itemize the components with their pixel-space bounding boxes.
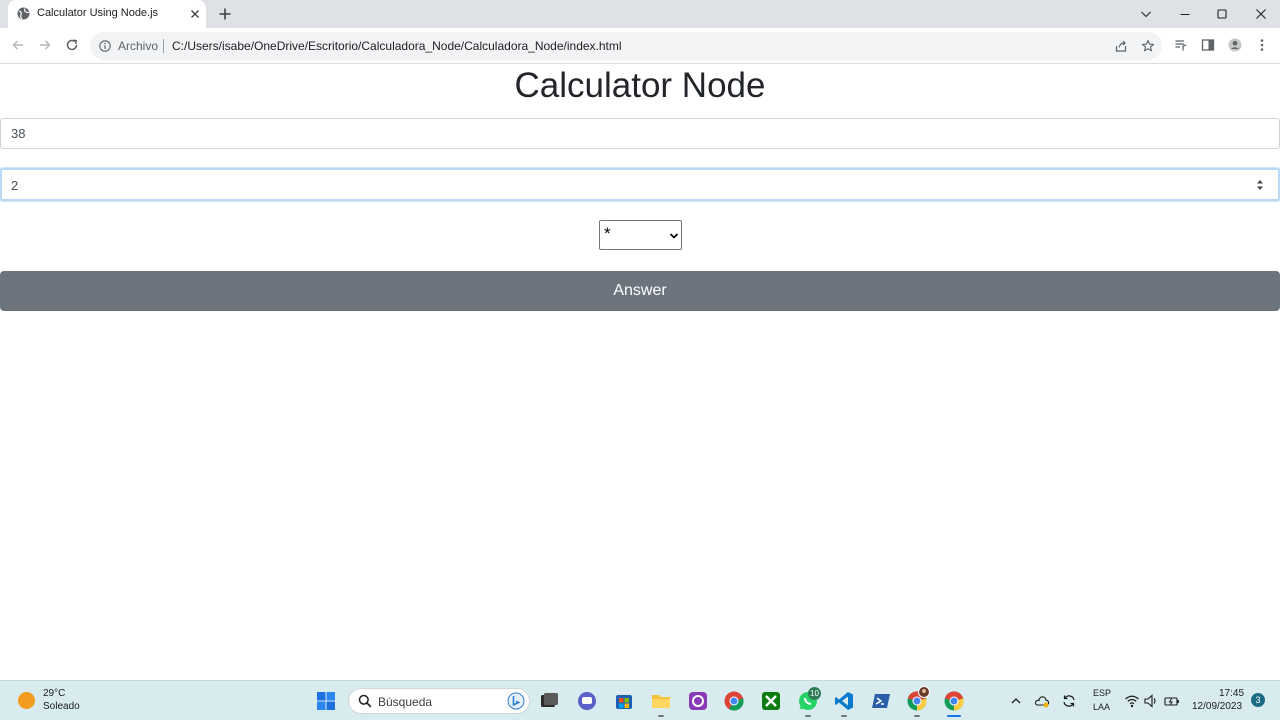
clock-date[interactable]: 12/09/2023	[1192, 701, 1242, 712]
close-window-icon[interactable]	[1253, 6, 1269, 22]
volume-icon[interactable]	[1143, 693, 1159, 709]
language-indicator[interactable]: ESP	[1093, 688, 1111, 698]
active-indicator	[947, 715, 961, 717]
menu-dots-icon[interactable]	[1255, 38, 1269, 52]
xbox-icon[interactable]	[760, 690, 782, 712]
bing-icon[interactable]	[507, 692, 525, 710]
whatsapp-badge: 10	[808, 687, 821, 700]
profile-avatar-icon[interactable]	[1228, 38, 1242, 52]
sun-weather-icon[interactable]	[18, 692, 35, 709]
bookmark-star-icon[interactable]	[1141, 39, 1155, 53]
vscode-icon[interactable]	[833, 690, 855, 712]
browser-toolbar: Archivo C:/Users/isabe/OneDrive/Escritor…	[0, 28, 1280, 64]
keyboard-layout-indicator[interactable]: LAA	[1093, 702, 1110, 712]
running-indicator	[841, 715, 847, 717]
windows-taskbar: 29°C Soleado Búsqueda 10 ESP LAA 17:45 1…	[0, 680, 1280, 720]
number2-input[interactable]: 2	[0, 168, 1280, 201]
page-title: Calculator Node	[514, 66, 766, 105]
address-scheme-label: Archivo	[118, 39, 159, 53]
address-url[interactable]: C:/Users/isabe/OneDrive/Escritorio/Calcu…	[172, 39, 622, 53]
operator-value: *	[604, 224, 611, 243]
back-arrow-icon[interactable]	[10, 37, 26, 53]
address-separator	[163, 39, 164, 53]
clock-time[interactable]: 17:45	[1219, 688, 1244, 699]
chevron-up-icon[interactable]	[1008, 693, 1024, 709]
wifi-icon[interactable]	[1124, 693, 1140, 709]
media-control-icon[interactable]	[1174, 38, 1188, 52]
tab-strip: Calculator Using Node.js	[0, 0, 1280, 28]
taskbar-search[interactable]: Búsqueda	[348, 688, 530, 714]
weather-condition[interactable]: Soleado	[43, 701, 80, 712]
address-bar[interactable]: Archivo C:/Users/isabe/OneDrive/Escritor…	[90, 32, 1162, 60]
globe-icon	[17, 7, 30, 20]
battery-icon[interactable]	[1164, 693, 1180, 709]
minimize-icon[interactable]	[1177, 6, 1193, 22]
profile-avatar-icon	[918, 686, 930, 698]
search-icon	[358, 694, 372, 708]
number1-input[interactable]: 38	[0, 118, 1280, 149]
reload-icon[interactable]	[64, 37, 80, 53]
number-spinner-icon[interactable]	[1256, 178, 1264, 192]
chevron-down-icon	[669, 233, 679, 239]
sync-icon[interactable]	[1061, 693, 1077, 709]
share-icon[interactable]	[1114, 39, 1128, 53]
chrome-icon[interactable]	[723, 690, 745, 712]
chevron-down-icon[interactable]	[1139, 7, 1153, 21]
side-panel-icon[interactable]	[1201, 38, 1215, 52]
close-tab-icon[interactable]	[188, 7, 202, 21]
task-view-icon[interactable]	[538, 690, 560, 712]
chrome-active-icon[interactable]	[943, 690, 965, 712]
browser-tab[interactable]: Calculator Using Node.js	[8, 0, 206, 28]
windows-start-icon[interactable]	[316, 691, 336, 711]
powershell-icon[interactable]	[870, 690, 892, 712]
running-indicator	[914, 715, 920, 717]
onedrive-icon[interactable]	[1034, 693, 1050, 709]
info-icon[interactable]	[99, 40, 111, 52]
running-indicator	[658, 715, 664, 717]
teams-chat-icon[interactable]	[576, 690, 598, 712]
new-tab-icon[interactable]	[217, 6, 233, 22]
weather-temperature[interactable]: 29°C	[43, 688, 65, 699]
notification-badge[interactable]: 3	[1251, 693, 1265, 707]
operator-select[interactable]: *	[599, 220, 682, 250]
search-placeholder: Búsqueda	[378, 695, 433, 709]
store-icon[interactable]	[613, 690, 635, 712]
tab-title: Calculator Using Node.js	[37, 7, 159, 19]
running-indicator	[805, 715, 811, 717]
maximize-icon[interactable]	[1214, 6, 1230, 22]
file-explorer-icon[interactable]	[650, 690, 672, 712]
forward-arrow-icon[interactable]	[37, 37, 53, 53]
number2-value: 2	[11, 178, 19, 193]
app-icon-purple[interactable]	[687, 690, 709, 712]
answer-button[interactable]: Answer	[0, 271, 1280, 311]
